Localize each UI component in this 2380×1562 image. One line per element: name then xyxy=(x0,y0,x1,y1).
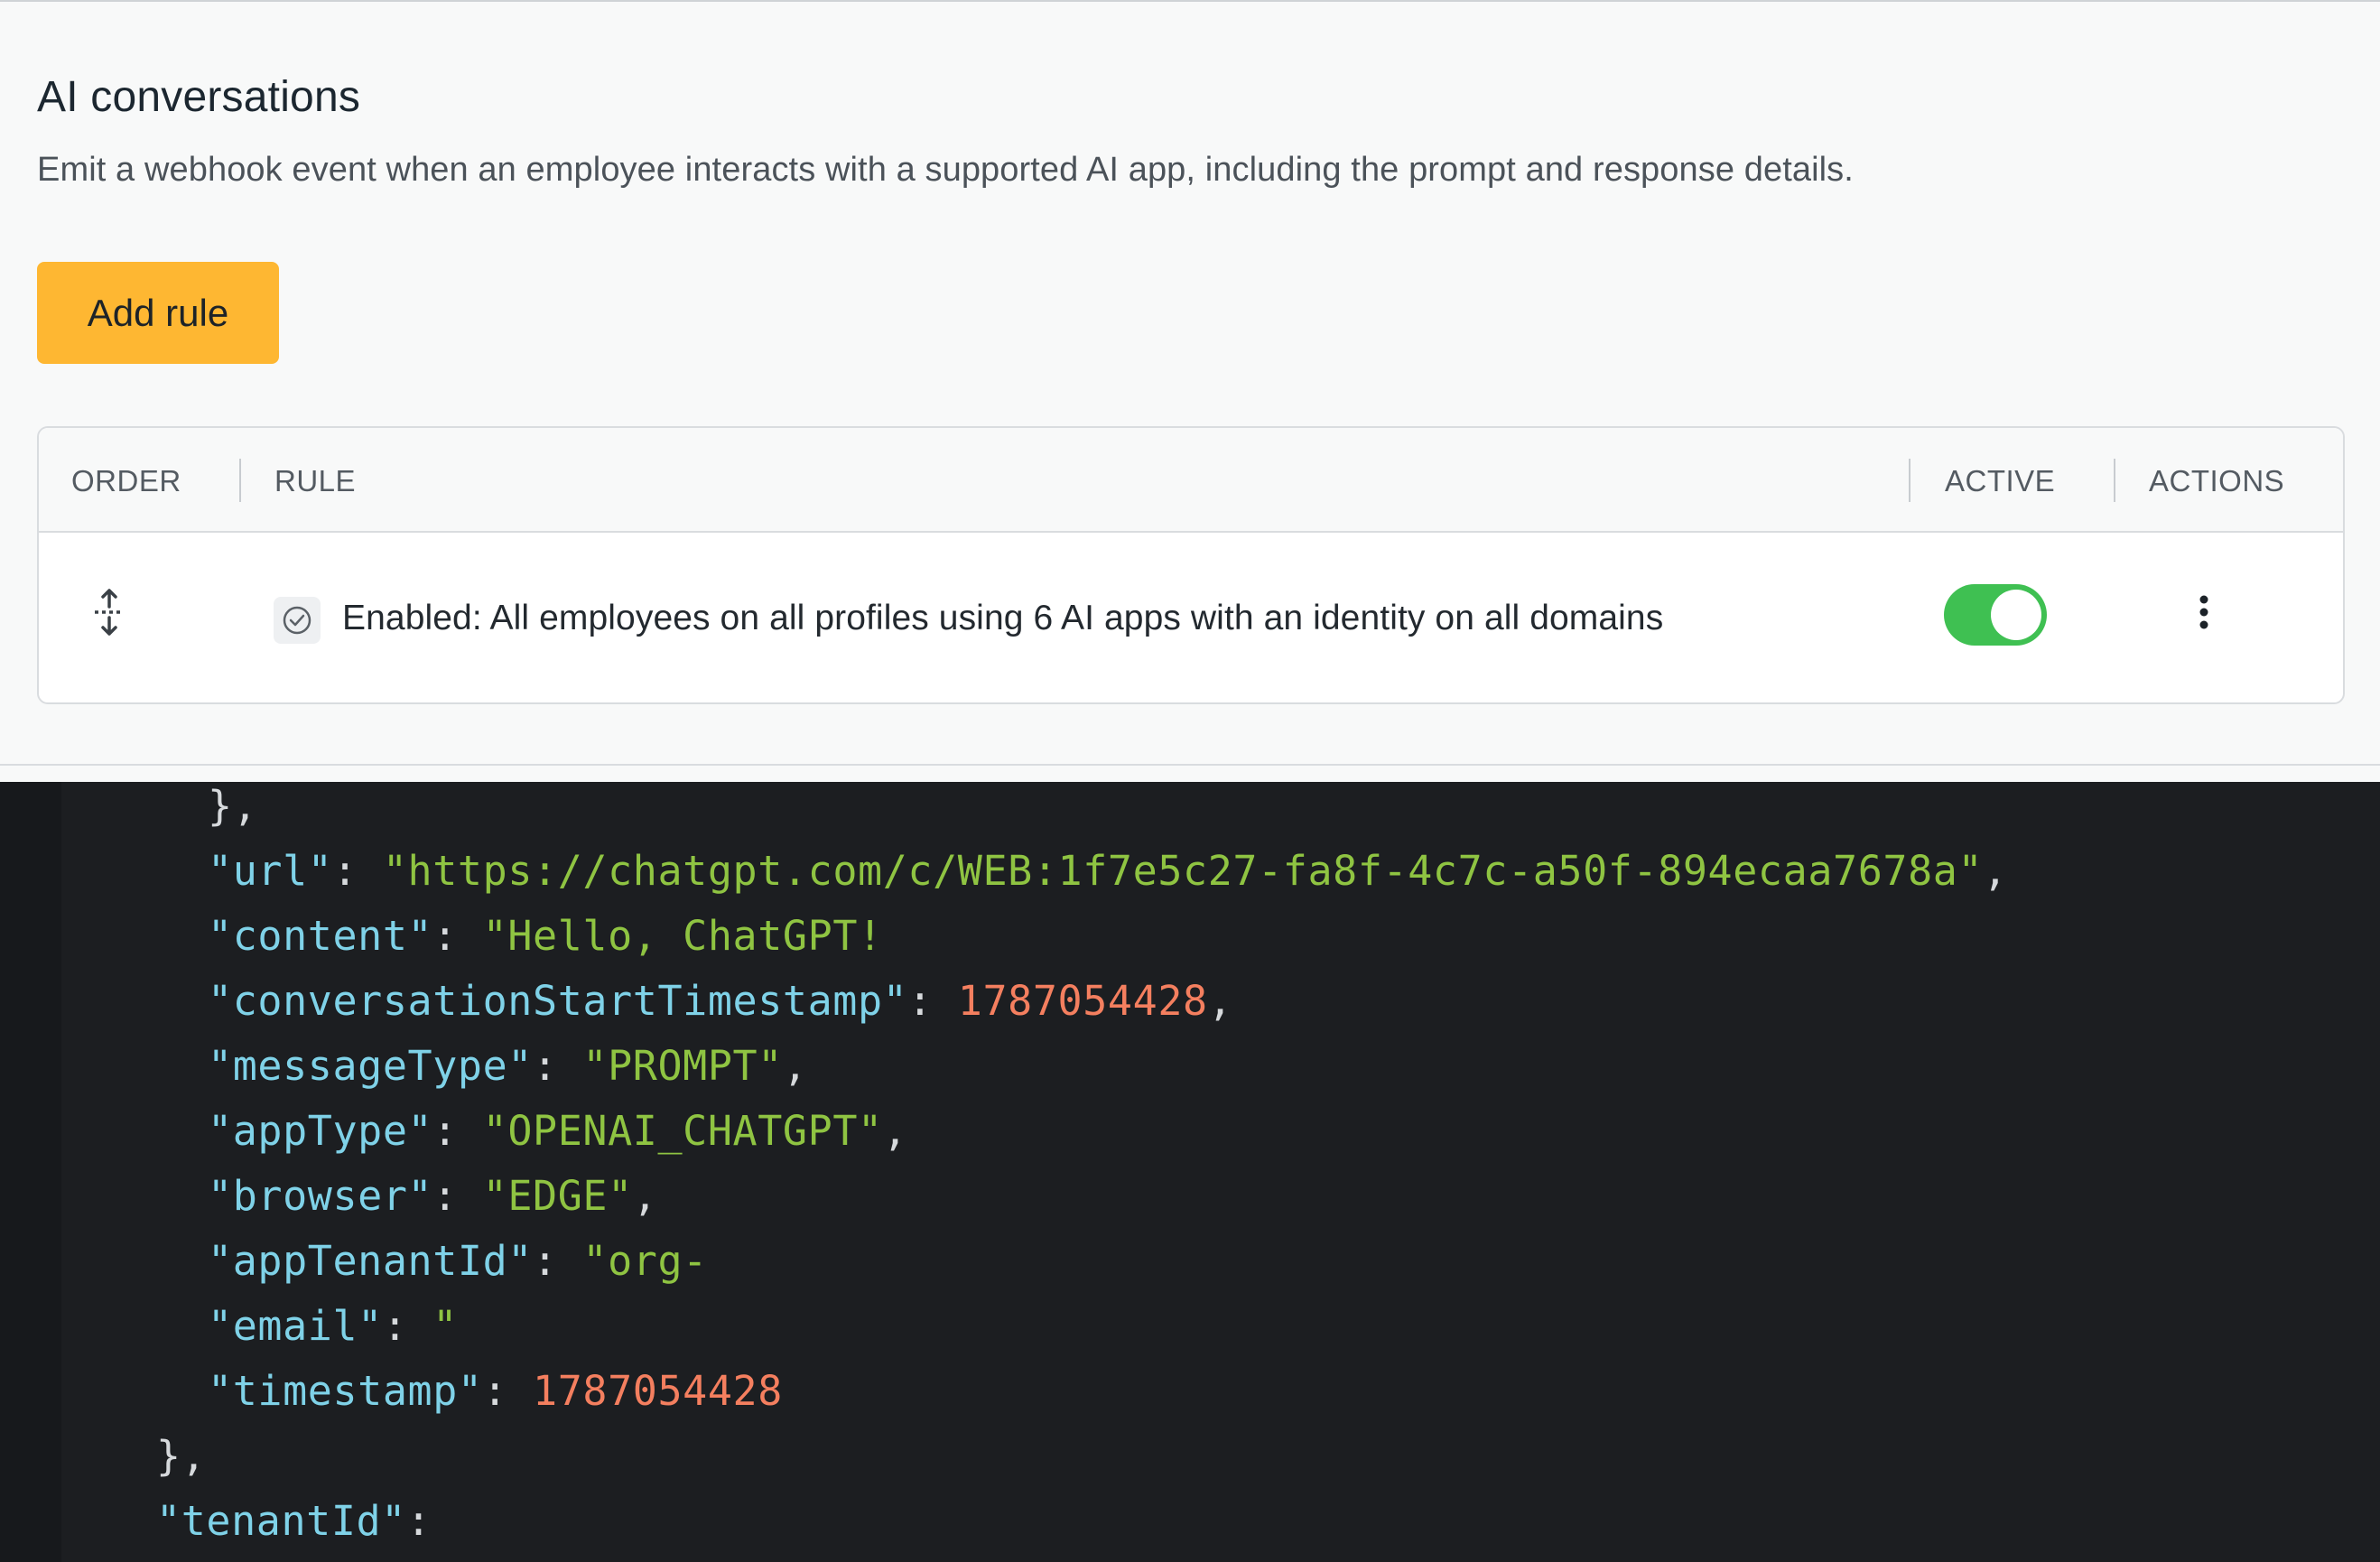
column-header-rule: RULE xyxy=(274,464,357,497)
code-line: "content": "Hello, ChatGPT! xyxy=(208,912,883,960)
check-circle-icon xyxy=(274,597,321,644)
rules-table: ORDER RULE ACTIVE ACTIONS Enabled: All e… xyxy=(37,426,2345,704)
code-line: "email": " xyxy=(208,1302,458,1350)
code-line: "appType": "OPENAI_CHATGPT", xyxy=(208,1107,908,1155)
column-divider xyxy=(239,459,241,502)
code-line: "url": "https://chatgpt.com/c/WEB:1f7e5c… xyxy=(208,847,2008,895)
table-header: ORDER RULE ACTIVE ACTIONS xyxy=(39,428,2343,533)
column-header-active: ACTIVE xyxy=(1945,464,2056,497)
code-line: "tenantId": xyxy=(156,1497,432,1545)
column-header-actions: ACTIONS xyxy=(2149,464,2285,497)
drag-handle-icon[interactable] xyxy=(91,587,127,637)
panel-divider xyxy=(0,764,2380,766)
code-line: "messageType": "PROMPT", xyxy=(208,1042,808,1090)
more-vertical-icon[interactable] xyxy=(2186,587,2222,637)
table-row: Enabled: All employees on all profiles u… xyxy=(39,533,2343,702)
toggle-knob xyxy=(1991,590,2041,640)
add-rule-button[interactable]: Add rule xyxy=(37,262,279,364)
code-line: "browser": "EDGE", xyxy=(208,1172,658,1220)
ai-conversations-panel: AI conversations Emit a webhook event wh… xyxy=(0,2,2380,766)
section-title: AI conversations xyxy=(37,73,361,121)
code-line: "appTenantId": "org- xyxy=(208,1237,708,1285)
rule-description[interactable]: Enabled: All employees on all profiles u… xyxy=(342,599,1663,638)
code-gutter xyxy=(0,782,61,1562)
code-line: "conversationStartTimestamp": 1787054428… xyxy=(208,977,1233,1025)
code-line: "timestamp": 1787054428 xyxy=(208,1367,783,1415)
active-toggle[interactable] xyxy=(1944,584,2047,646)
column-divider xyxy=(1909,459,1911,502)
column-divider xyxy=(2114,459,2115,502)
code-block: }, "url": "https://chatgpt.com/c/WEB:1f7… xyxy=(0,782,2380,1562)
section-description: Emit a webhook event when an employee in… xyxy=(37,151,1854,189)
code-line: }, xyxy=(156,1432,207,1480)
code-line: }, xyxy=(208,782,258,830)
column-header-order: ORDER xyxy=(71,464,181,497)
